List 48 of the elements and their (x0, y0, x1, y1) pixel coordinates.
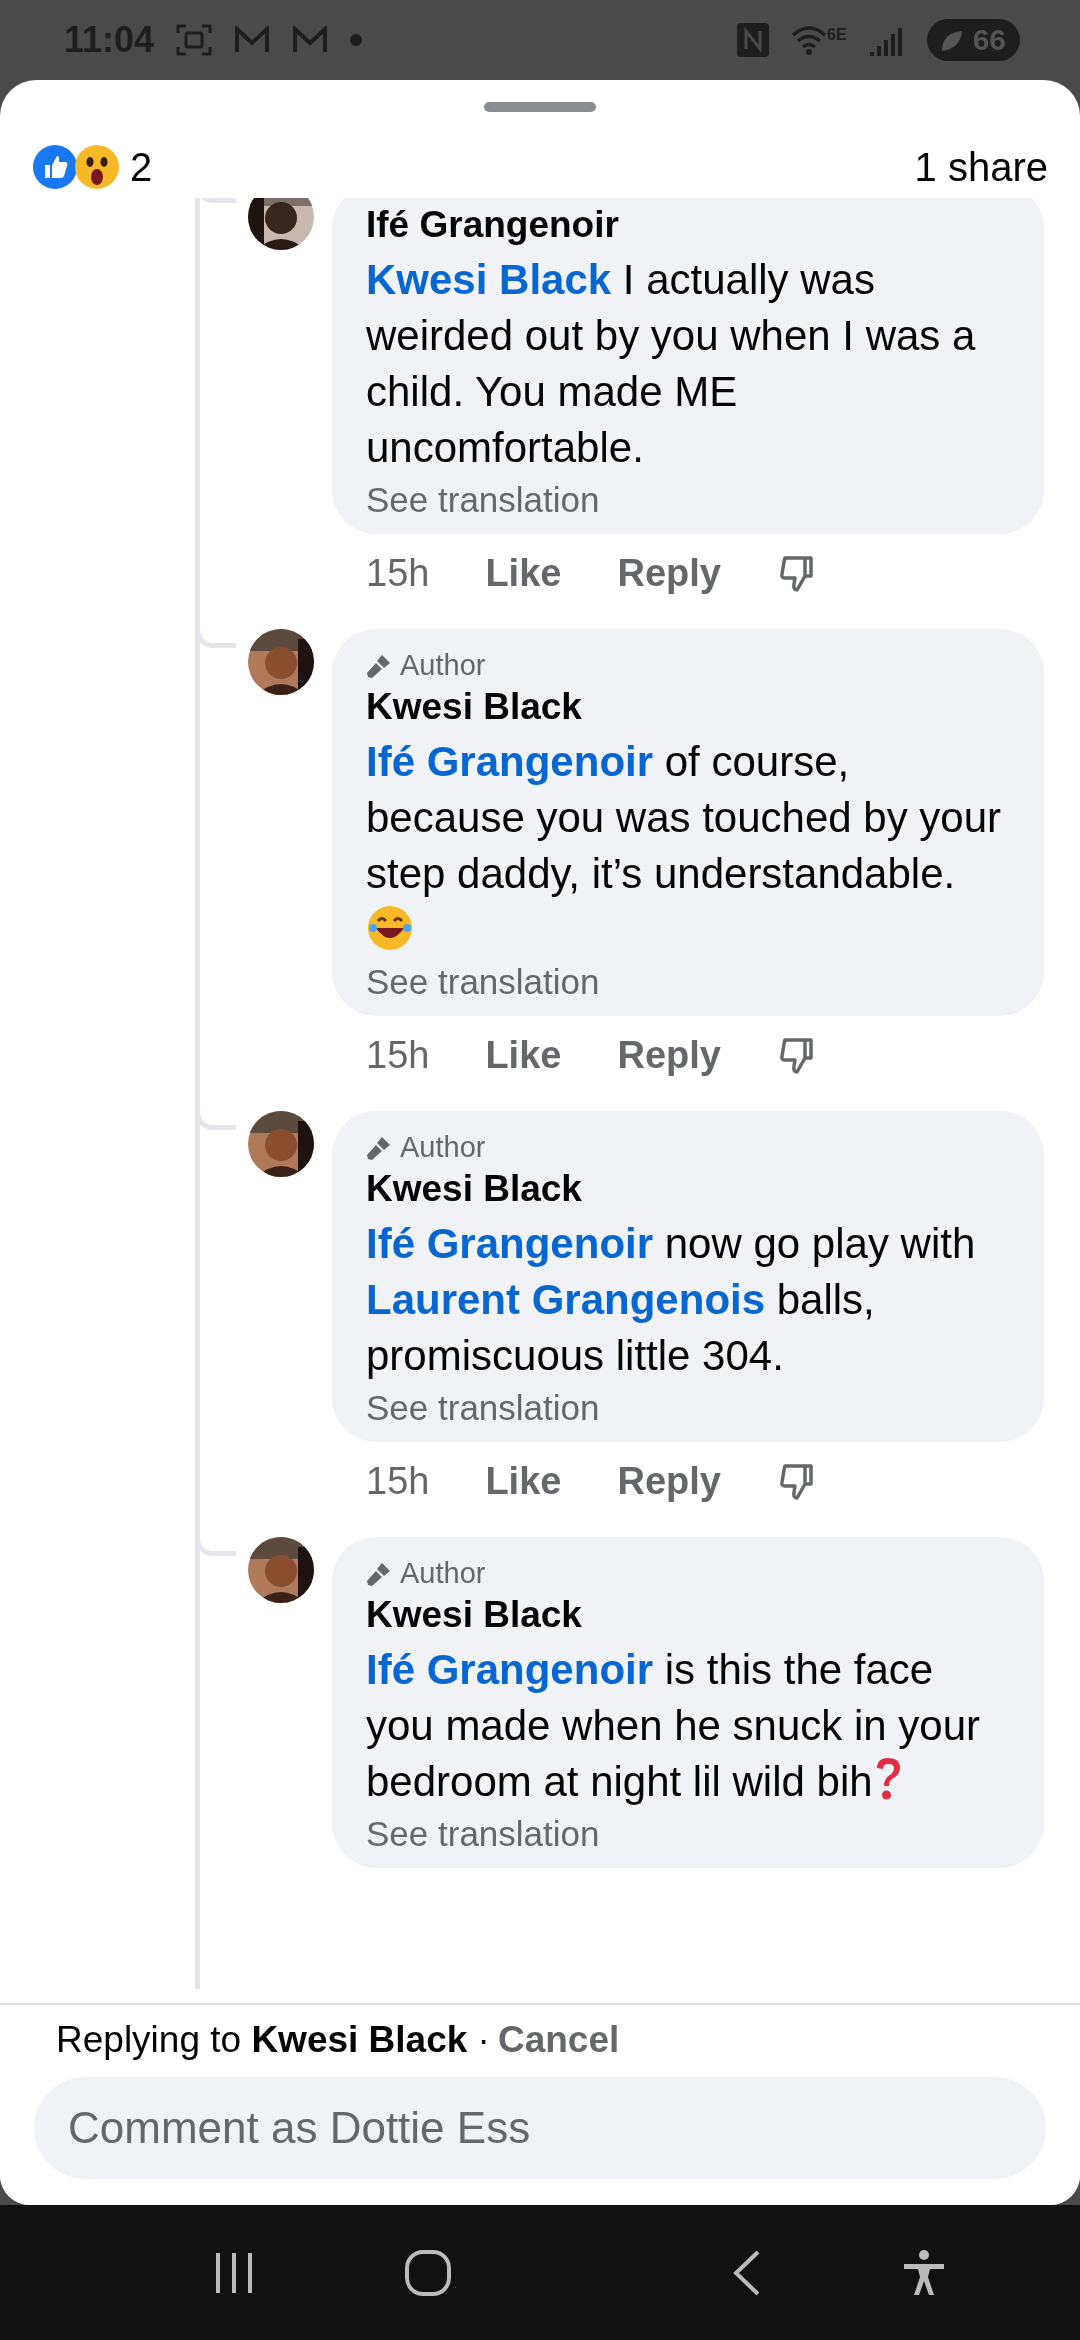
home-icon[interactable] (404, 2248, 452, 2297)
like-button[interactable]: Like (485, 552, 562, 595)
mail-icon (292, 26, 329, 54)
comment-text: Kwesi Black I actually was weirded out by you when I was a child. You made ME uncomfortable. (366, 255, 977, 473)
like-button[interactable]: Like (485, 1460, 562, 1503)
author-label: Author (400, 1557, 486, 1590)
author-label: Author (400, 649, 486, 682)
cancel-button[interactable]: Cancel (497, 2019, 620, 2061)
commenter-name[interactable]: Ifé Grangenoir (366, 204, 1010, 246)
wifi-icon (791, 25, 828, 55)
mention-link[interactable]: Ifé Grangenoir (366, 1220, 654, 1267)
accessibility-icon[interactable] (902, 2248, 946, 2297)
like-button[interactable]: Like (485, 1034, 562, 1077)
comment-text: Ifé Grangenoir is this the face you made when he snuck in your bedroom at night lil wild bih (366, 1645, 982, 1807)
see-translation-link[interactable]: See translation (366, 962, 1010, 1002)
comment-time: 15h (366, 1034, 430, 1077)
commenter-name[interactable]: Kwesi Black (366, 686, 1010, 728)
mention-link[interactable]: Kwesi Black (366, 256, 612, 303)
laughing-emoji-icon (366, 904, 414, 952)
mention-link[interactable]: Ifé Grangenoir (366, 738, 654, 785)
comment-text: Ifé Grangenoir of course, because you was touched by your step daddy, it’s understandable. (366, 734, 1010, 958)
see-translation-link[interactable]: See translation (366, 480, 1010, 520)
author-label: Author (400, 1131, 486, 1164)
screenshot-icon (176, 24, 213, 56)
reaction-count[interactable]: 2 (130, 144, 153, 190)
back-icon[interactable] (732, 2248, 762, 2297)
wow-emoji-icon (74, 144, 120, 190)
mention-link[interactable]: Laurent Grangenois (366, 1276, 766, 1323)
reply-button[interactable]: Reply (617, 552, 721, 595)
comment-time: 15h (366, 552, 430, 595)
drag-handle[interactable] (484, 102, 596, 112)
commenter-name[interactable]: Kwesi Black (366, 1168, 1010, 1210)
share-count[interactable]: 1 share (914, 144, 1048, 190)
reply-button[interactable]: Reply (617, 1034, 721, 1077)
comment-text: Ifé Grangenoir now go play with Laurent Grangenois balls, promiscuous little 304. (366, 1219, 977, 1381)
see-translation-link[interactable]: See translation (366, 1814, 1010, 1854)
comment-input[interactable]: Comment as Dottie Ess (34, 2077, 1046, 2179)
reply-button[interactable]: Reply (617, 1460, 721, 1503)
avatar[interactable] (248, 198, 314, 250)
mail-icon (234, 26, 271, 54)
nfc-icon (737, 23, 770, 57)
like-icon (32, 144, 78, 190)
see-translation-link[interactable]: See translation (366, 1388, 1010, 1428)
comment-time: 15h (366, 1460, 430, 1503)
mention-link[interactable]: Ifé Grangenoir (366, 1646, 654, 1693)
dot-icon (350, 34, 363, 46)
commenter-name[interactable]: Kwesi Black (366, 1594, 1010, 1636)
replying-to-label: Replying to Kwesi Black · (56, 2019, 490, 2061)
